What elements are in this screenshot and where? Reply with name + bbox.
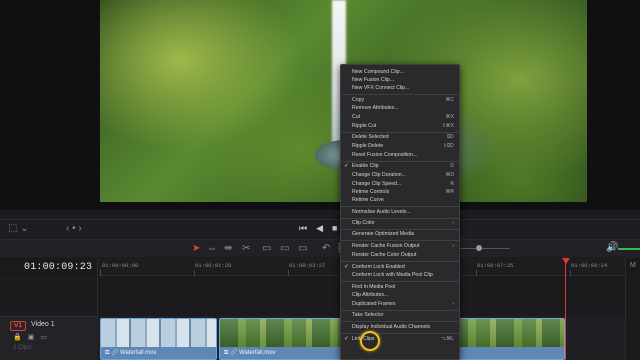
menu-item-change-clip-duration[interactable]: Change Clip Duration... ⌘D [341, 171, 459, 180]
inspector-strip: M [625, 258, 640, 360]
track-badge[interactable]: V1 [10, 321, 26, 331]
menu-item-conform-lock-with-media-pool-clip[interactable]: Conform Lock with Media Pool Clip [341, 271, 459, 280]
menu-item-normalise-audio-levels[interactable]: Normalise Audio Levels... [341, 208, 459, 217]
menu-item-delete-selected[interactable]: Delete Selected ⌦ [341, 133, 459, 142]
ruler-label: 01:00:09:24 [571, 262, 608, 269]
menu-separator [341, 281, 459, 282]
menu-item-clip-attributes[interactable]: Clip Attributes... [341, 291, 459, 300]
selection-tool-icon[interactable]: ➤ [192, 243, 200, 254]
menu-item-take-selector[interactable]: Take Selector [341, 311, 459, 320]
zoom-slider-handle[interactable] [476, 245, 482, 251]
submenu-arrow-icon: › [452, 243, 454, 249]
clip-context-menu: New Compound Clip... New Fusion Clip... … [340, 64, 460, 360]
menu-item-remove-attributes[interactable]: Remove Attributes... [341, 104, 459, 113]
volume-slider[interactable] [618, 248, 640, 250]
ruler-label: 01:00:03:27 [289, 262, 326, 269]
clip-count: 2 Clips [13, 345, 32, 351]
viewer-toolbar: ⬚ ⌄ ‹ • › ⏮ ◀ ■ ▶ ⏭ ⟲ [0, 219, 640, 239]
menu-item-ripple-cut[interactable]: Ripple Cut ⇧⌘X [341, 122, 459, 131]
menu-item-ripple-delete[interactable]: Ripple Delete ⇧⌦ [341, 142, 459, 151]
track-controls: 🔒 ▣ ▭ [13, 333, 47, 341]
trim-tool-icon[interactable]: ⇔ [207, 243, 217, 254]
overwrite-clip-icon[interactable]: ▭ [280, 243, 289, 254]
menu-separator [341, 206, 459, 207]
enable-track-icon[interactable]: ▭ [40, 333, 47, 341]
menu-item-display-individual-audio-channels[interactable]: Display Individual Audio Channels [341, 323, 459, 332]
menu-item-link-clips[interactable]: ✓ Link Clips ⌥⌘L [341, 335, 459, 344]
resolve-edit-page: ⬚ ⌄ ‹ • › ⏮ ◀ ■ ▶ ⏭ ⟲ ➤ ⇔ ⇹ ✂ ▭ ▭ ▭ ↶ ⛓ … [0, 0, 640, 360]
mixer-icon[interactable]: M [630, 262, 636, 269]
dynamic-trim-icon[interactable]: ⇹ [224, 243, 232, 254]
checkmark-icon: ✓ [344, 163, 349, 169]
submenu-arrow-icon: › [452, 220, 454, 226]
menu-item-duplicated-frames[interactable]: Duplicated Frames › [341, 300, 459, 309]
menu-item-generate-optimized-media[interactable]: Generate Optimized Media [341, 230, 459, 239]
submenu-arrow-icon: › [452, 301, 454, 307]
timeline-clip[interactable]: ⧉ 🔗 Waterfall.mov [100, 318, 217, 360]
playhead-line[interactable] [565, 262, 566, 360]
clip-thumbnails [101, 319, 216, 347]
menu-item-cut[interactable]: Cut ⌘X [341, 113, 459, 122]
menu-separator [341, 261, 459, 262]
clip-name: Waterfall.mov [120, 350, 157, 356]
viewer-more-icon[interactable]: ‹ • › [66, 223, 82, 234]
menu-item-render-cache-fusion-output[interactable]: Render Cache Fusion Output › [341, 242, 459, 251]
ruler-label: 01:00:01:28 [195, 262, 232, 269]
blade-tool-icon[interactable]: ✂ [242, 243, 250, 254]
viewer-options-icon[interactable]: ⬚ ⌄ [8, 223, 29, 234]
stop-icon[interactable]: ■ [332, 223, 337, 234]
click-highlight-ring [360, 331, 380, 351]
checkmark-icon: ✓ [344, 336, 349, 342]
menu-separator [341, 240, 459, 241]
lock-icon[interactable]: 🔒 [13, 333, 22, 341]
menu-item-render-cache-color-output[interactable]: Render Cache Color Output [341, 251, 459, 260]
ruler-label: 01:00:00:00 [102, 262, 139, 269]
track-name[interactable]: Video 1 [31, 321, 55, 328]
playhead-handle[interactable] [562, 258, 570, 264]
track-header-v1[interactable]: V1 Video 1 🔒 ▣ ▭ 2 Clips [0, 316, 98, 360]
play-reverse-icon[interactable]: ◀ [316, 223, 323, 234]
timeline-timecode[interactable]: 01:00:09:23 [0, 258, 98, 276]
menu-item-retime-curve[interactable]: Retime Curve [341, 196, 459, 205]
volume-icon[interactable]: 🔊 [606, 242, 618, 253]
go-to-start-icon[interactable]: ⏮ [299, 223, 307, 234]
replace-clip-icon[interactable]: ▭ [298, 243, 307, 254]
clip-label: ⧉ 🔗 Waterfall.mov [101, 347, 216, 359]
ruler-label: 01:00:07:25 [477, 262, 514, 269]
menu-item-enable-clip[interactable]: ✓ Enable Clip D [341, 162, 459, 171]
timeline-toolbar: ➤ ⇔ ⇹ ✂ ▭ ▭ ▭ ↶ ⛓ 🔊 [0, 239, 640, 257]
menu-separator [341, 333, 459, 334]
menu-item-new-vfx-connect-clip[interactable]: New VFX Connect Clip... [341, 84, 459, 93]
insert-clip-icon[interactable]: ▭ [262, 243, 271, 254]
menu-separator [341, 94, 459, 95]
clip-name: Waterfall.mov [239, 350, 276, 356]
menu-item-clip-color[interactable]: Clip Color › [341, 219, 459, 228]
menu-item-reset-fusion-composition[interactable]: Reset Fusion Composition... [341, 151, 459, 160]
menu-separator [341, 321, 459, 322]
auto-select-icon[interactable]: ▣ [28, 333, 35, 341]
snapping-icon[interactable]: ↶ [322, 243, 330, 254]
